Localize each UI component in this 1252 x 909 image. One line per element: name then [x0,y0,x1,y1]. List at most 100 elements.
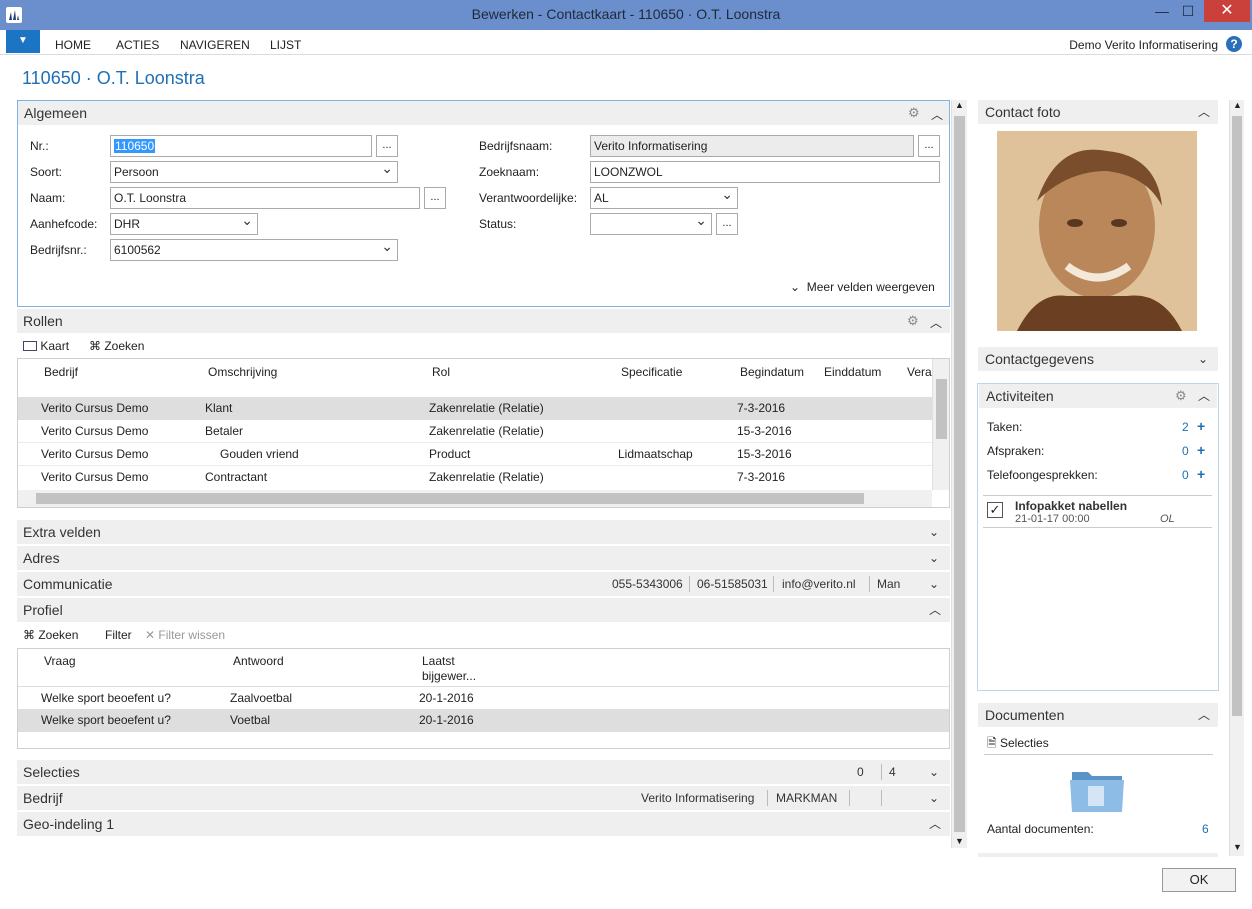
close-button[interactable]: ✕ [1204,0,1250,22]
maximize-button[interactable]: ☐ [1172,0,1204,22]
bedrijf-section[interactable]: Bedrijf Verito Informatisering MARKMAN ⌄ [17,786,950,810]
contact-foto-header[interactable]: Contact foto ︿ [978,100,1218,124]
scroll-down-icon[interactable]: ▼ [955,836,964,846]
add-taak-icon[interactable]: + [1197,418,1205,434]
add-telefoon-icon[interactable]: + [1197,466,1205,482]
tab-navigeren[interactable]: NAVIGEREN [180,38,250,52]
geo-indeling-section[interactable]: Geo-indeling 1 ︿ [17,812,950,836]
ok-button[interactable]: OK [1162,868,1236,892]
profiel-zoeken-action[interactable]: ⌘ Zoeken [23,628,78,642]
telefoon-count[interactable]: 0 [1182,468,1189,482]
bedrijfsnaam-label: Bedrijfsnaam: [479,139,553,153]
cell-spec: Lidmaatschap [618,447,693,461]
table-row[interactable]: Welke sport beoefent u? Voetbal 20-1-201… [18,709,949,732]
contactgegevens-header[interactable]: Contactgegevens ⌄ [978,347,1218,371]
section-title: Selecties [23,764,80,780]
rollen-vertical-scrollbar[interactable] [932,359,949,490]
nr-value: 110650 [114,139,156,153]
bedrijfsnaam-input[interactable]: Verito Informatisering [590,135,914,157]
mobile-value: 06-51585031 [697,577,768,591]
profiel-section[interactable]: Profiel ︿ [17,598,950,622]
main-vertical-scrollbar[interactable]: ▲ ▼ [951,100,967,848]
add-afspraak-icon[interactable]: + [1197,442,1205,458]
selecties-section[interactable]: Selecties 0 4 ⌄ [17,760,950,784]
scroll-down-icon[interactable]: ▼ [1233,842,1242,852]
nr-label: Nr.: [30,139,49,153]
aanhefcode-select[interactable]: DHR [110,210,258,235]
status-lookup-button[interactable]: ... [716,213,738,235]
gear-icon[interactable]: ⚙ [907,313,919,329]
nr-lookup-button[interactable]: ... [376,135,398,157]
cell-begin: 7-3-2016 [737,401,786,415]
cell-omschrijving: Contractant [205,470,268,484]
scroll-up-icon[interactable]: ▲ [955,100,964,110]
col-bedrijf[interactable]: Bedrijf [44,365,78,379]
activity-title: Infopakket nabellen [1015,499,1128,513]
rollen-header[interactable]: Rollen [17,309,950,333]
naam-lookup-button[interactable]: ... [424,187,446,209]
col-antwoord[interactable]: Antwoord [233,654,284,668]
chevron-down-icon: ⌄ [1198,352,1209,366]
filter-wissen-action[interactable]: ✕ Filter wissen [145,628,225,642]
chevron-up-icon[interactable]: ︿ [930,314,942,331]
chevron-up-icon[interactable]: ︿ [931,106,943,123]
status-select[interactable] [590,210,712,235]
help-icon[interactable]: ? [1226,36,1242,52]
cell-omschrijving: Gouden vriend [220,447,299,461]
table-row[interactable]: Verito Cursus Demo Gouden vriend Product… [18,443,932,466]
tab-lijst[interactable]: LIJST [270,38,301,52]
scroll-thumb[interactable] [1232,116,1242,716]
scroll-up-icon[interactable]: ▲ [1233,100,1242,110]
rollen-horizontal-scrollbar[interactable] [18,490,932,507]
application-menu-button[interactable]: ▼ [6,30,40,53]
bedrijfsnr-select[interactable]: 6100562 [110,236,398,261]
col-begindatum[interactable]: Begindatum [740,365,804,379]
tab-acties[interactable]: ACTIES [116,38,159,52]
verantwoordelijke-select[interactable]: AL [590,184,738,209]
col-specificatie[interactable]: Specificatie [621,365,682,379]
gear-icon[interactable]: ⚙ [908,105,920,121]
col-rol[interactable]: Rol [432,365,450,379]
folder-icon[interactable] [1068,764,1126,814]
filter-action[interactable]: Filter [105,628,132,642]
taken-label: Taken: [987,420,1023,434]
col-omschrijving[interactable]: Omschrijving [208,365,277,379]
aantal-documenten-count[interactable]: 6 [1202,822,1209,836]
col-laatst[interactable]: Laatst [422,654,455,668]
kaart-action[interactable]: Kaart [23,339,69,353]
more-fields-link[interactable]: ⌄ Meer velden weergeven [790,280,935,294]
nr-input[interactable]: 110650 [110,135,372,157]
col-einddatum[interactable]: Einddatum [824,365,881,379]
col-vera[interactable]: Vera [907,365,932,379]
table-row[interactable]: Welke sport beoefent u? Zaalvoetbal 20-1… [18,686,949,709]
soort-select[interactable]: Persoon [110,158,398,183]
taken-count[interactable]: 2 [1182,420,1189,434]
activity-item[interactable]: ✓ Infopakket nabellen 21-01-17 00:00 OL [983,495,1212,528]
documenten-header[interactable]: Documenten ︿ [978,703,1218,727]
zoeken-action[interactable]: ⌘ Zoeken [89,339,144,353]
checkbox-icon: ✓ [987,502,1003,518]
col-vraag[interactable]: Vraag [44,654,76,668]
table-row[interactable]: Verito Cursus Demo Contractant Zakenrela… [18,466,932,489]
activiteiten-header[interactable]: Activiteiten ⚙ ︿ [979,384,1217,408]
communicatie-section[interactable]: Communicatie 055-5343006 06-51585031 inf… [17,572,950,596]
scroll-thumb[interactable] [954,116,965,832]
adres-section[interactable]: Adres ⌄ [17,546,950,570]
algemeen-header[interactable]: Algemeen [18,101,949,125]
selecties-action[interactable]: 🗎 Selecties [987,734,1049,755]
afspraken-count[interactable]: 0 [1182,444,1189,458]
bedrijfsnaam-lookup-button[interactable]: ... [918,135,940,157]
scroll-thumb[interactable] [36,493,864,504]
cell-bedrijf: Verito Cursus Demo [41,424,149,438]
zoeknaam-input[interactable]: LOONZWOL [590,161,940,183]
activity-user: OL [1160,513,1175,525]
extra-velden-section[interactable]: Extra velden ⌄ [17,520,950,544]
scroll-thumb[interactable] [936,379,947,439]
bedrijf-code-value: MARKMAN [776,791,838,805]
table-row[interactable]: Verito Cursus Demo Betaler Zakenrelatie … [18,420,932,443]
table-row[interactable]: Verito Cursus Demo Klant Zakenrelatie (R… [18,397,932,420]
tab-home[interactable]: HOME [55,38,91,52]
factbox-vertical-scrollbar[interactable]: ▲ ▼ [1229,100,1244,856]
separator [849,790,850,806]
naam-input[interactable]: O.T. Loonstra [110,187,420,209]
